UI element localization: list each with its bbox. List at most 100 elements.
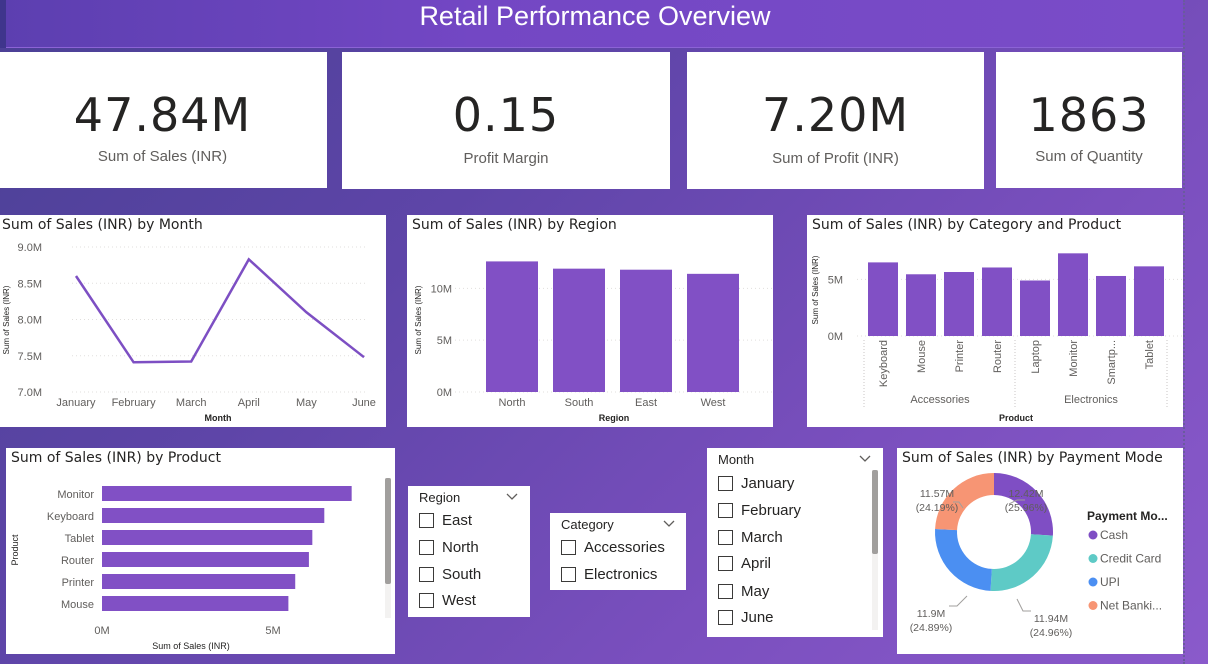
checkbox[interactable] <box>718 475 733 491</box>
y-axis-label: Sum of Sales (INR) <box>811 255 820 324</box>
legend-marker <box>1088 530 1098 540</box>
region-bar-chart-svg: 0M 5M 10M North South East West Region Sum of Sa… <box>414 261 773 423</box>
chart-sales-by-category-product[interactable]: Sum of Sales (INR) by Category and Produ… <box>807 215 1183 427</box>
y-axis-label: Sum of Sales (INR) <box>414 285 423 354</box>
slicer-region[interactable]: Region East North South West <box>408 486 530 617</box>
checkbox[interactable] <box>561 566 576 582</box>
bar <box>102 530 313 545</box>
bar <box>102 508 325 523</box>
checkbox[interactable] <box>718 555 733 571</box>
chevron-down-icon[interactable] <box>505 490 519 508</box>
bar <box>982 267 1012 336</box>
slicer-item-label: Electronics <box>584 565 658 583</box>
chart-sales-by-payment-mode[interactable]: Sum of Sales (INR) by Payment Mode 12.42… <box>897 448 1183 654</box>
slicer-month[interactable]: Month January February March April May J… <box>707 448 883 637</box>
slicer-region-item-south[interactable]: South <box>419 564 481 584</box>
bar <box>553 268 605 392</box>
x-tick-label: 0M <box>94 625 109 637</box>
chart-sales-by-region[interactable]: Sum of Sales (INR) by Region 0M 5M 10M Nort… <box>407 215 773 427</box>
slicer-item-label: April <box>741 554 772 572</box>
data-label-percent: (24.19%) <box>916 502 959 514</box>
bar <box>868 262 898 336</box>
bar <box>620 269 672 392</box>
checkbox[interactable] <box>419 539 434 555</box>
x-axis-label: Month <box>205 413 232 423</box>
x-tick-label: March <box>176 397 207 409</box>
chevron-down-icon[interactable] <box>662 517 676 535</box>
x-tick-label: Monitor <box>1068 340 1080 377</box>
donut-slice <box>990 534 1053 591</box>
slicer-month-item-february[interactable]: February <box>718 500 801 520</box>
month-scrollbar-thumb[interactable] <box>872 470 878 554</box>
legend-label: UPI <box>1100 575 1120 589</box>
x-axis-label: Product <box>999 413 1033 423</box>
x-tick-label: North <box>499 397 526 409</box>
y-tick-label: Router <box>61 555 94 567</box>
y-tick-label: 0M <box>828 331 843 343</box>
slicer-category-item-electronics[interactable]: Electronics <box>561 564 657 584</box>
series-line <box>74 257 365 364</box>
slicer-month-item-june[interactable]: June <box>718 607 774 627</box>
leader-line <box>949 595 968 607</box>
y-tick-label: 9.0M <box>18 242 42 254</box>
chart-sales-by-product[interactable]: Sum of Sales (INR) by Product Monitor Key… <box>6 448 395 654</box>
y-tick-label: Mouse <box>61 599 94 611</box>
x-tick-label: January <box>56 397 96 409</box>
slicer-month-item-march[interactable]: March <box>718 527 783 547</box>
bar <box>906 274 936 336</box>
data-label-value: 11.9M <box>917 608 945 620</box>
x-tick-label: Keyboard <box>878 340 890 387</box>
slicer-month-item-january[interactable]: January <box>718 473 794 493</box>
slicer-region-item-east[interactable]: East <box>419 510 472 530</box>
slicer-month-item-april[interactable]: April <box>718 553 771 573</box>
bar <box>102 486 352 501</box>
data-label-value: 11.57M <box>920 488 954 500</box>
x-tick-label: May <box>296 397 317 409</box>
slicer-month-title: Month <box>718 452 755 467</box>
slicer-region-item-north[interactable]: North <box>419 537 479 557</box>
slicer-month-item-may[interactable]: May <box>718 581 769 601</box>
slicer-category-item-accessories[interactable]: Accessories <box>561 537 665 557</box>
y-tick-label: 7.5M <box>18 351 42 363</box>
checkbox[interactable] <box>419 566 434 582</box>
checkbox[interactable] <box>718 583 733 599</box>
bar <box>1058 253 1088 336</box>
slicer-item-label: South <box>442 565 482 583</box>
y-tick-label: Tablet <box>65 533 94 545</box>
slicer-category-title: Category <box>561 517 614 532</box>
x-tick-label: Laptop <box>1030 340 1042 374</box>
checkbox[interactable] <box>419 592 434 608</box>
checkbox[interactable] <box>718 529 733 545</box>
legend-title: Payment Mo... <box>1087 509 1168 523</box>
y-tick-label: 5M <box>828 274 843 286</box>
y-tick-label: Monitor <box>57 489 94 501</box>
x-axis-label: Region <box>599 413 630 423</box>
group-label: Electronics <box>1064 394 1118 406</box>
donut-slice <box>935 528 992 591</box>
x-tick-label: June <box>352 397 376 409</box>
checkbox[interactable] <box>419 512 434 528</box>
checkbox[interactable] <box>718 609 733 625</box>
checkbox[interactable] <box>718 502 733 518</box>
bar <box>102 552 309 567</box>
chevron-down-icon[interactable] <box>858 452 872 470</box>
legend-marker <box>1088 601 1098 610</box>
legend-marker <box>1088 577 1098 587</box>
chart-sales-by-month[interactable]: Sum of Sales (INR) by Month 7.0M 7.5M 8.0M… <box>0 215 386 427</box>
slicer-category[interactable]: Category Accessories Electronics <box>550 513 686 590</box>
slicer-item-label: Accessories <box>584 538 665 556</box>
data-label-value: 11.94M <box>1034 613 1068 625</box>
category-product-bar-chart-svg: 0M 5M Keyboard Mouse Printer Router Laptop Moni… <box>811 253 1183 423</box>
y-tick-label: Printer <box>62 577 95 589</box>
legend-label: Credit Card <box>1100 552 1161 566</box>
product-scrollbar-thumb[interactable] <box>385 478 391 584</box>
slicer-item-label: May <box>741 582 770 600</box>
y-tick-label: 8.5M <box>18 278 42 290</box>
bar <box>102 574 296 589</box>
slicer-region-item-west[interactable]: West <box>419 590 476 610</box>
y-tick-label: 5M <box>437 335 452 347</box>
bar <box>1096 275 1126 336</box>
x-tick-label: South <box>565 397 594 409</box>
x-tick-label: East <box>635 397 657 409</box>
checkbox[interactable] <box>561 539 576 555</box>
